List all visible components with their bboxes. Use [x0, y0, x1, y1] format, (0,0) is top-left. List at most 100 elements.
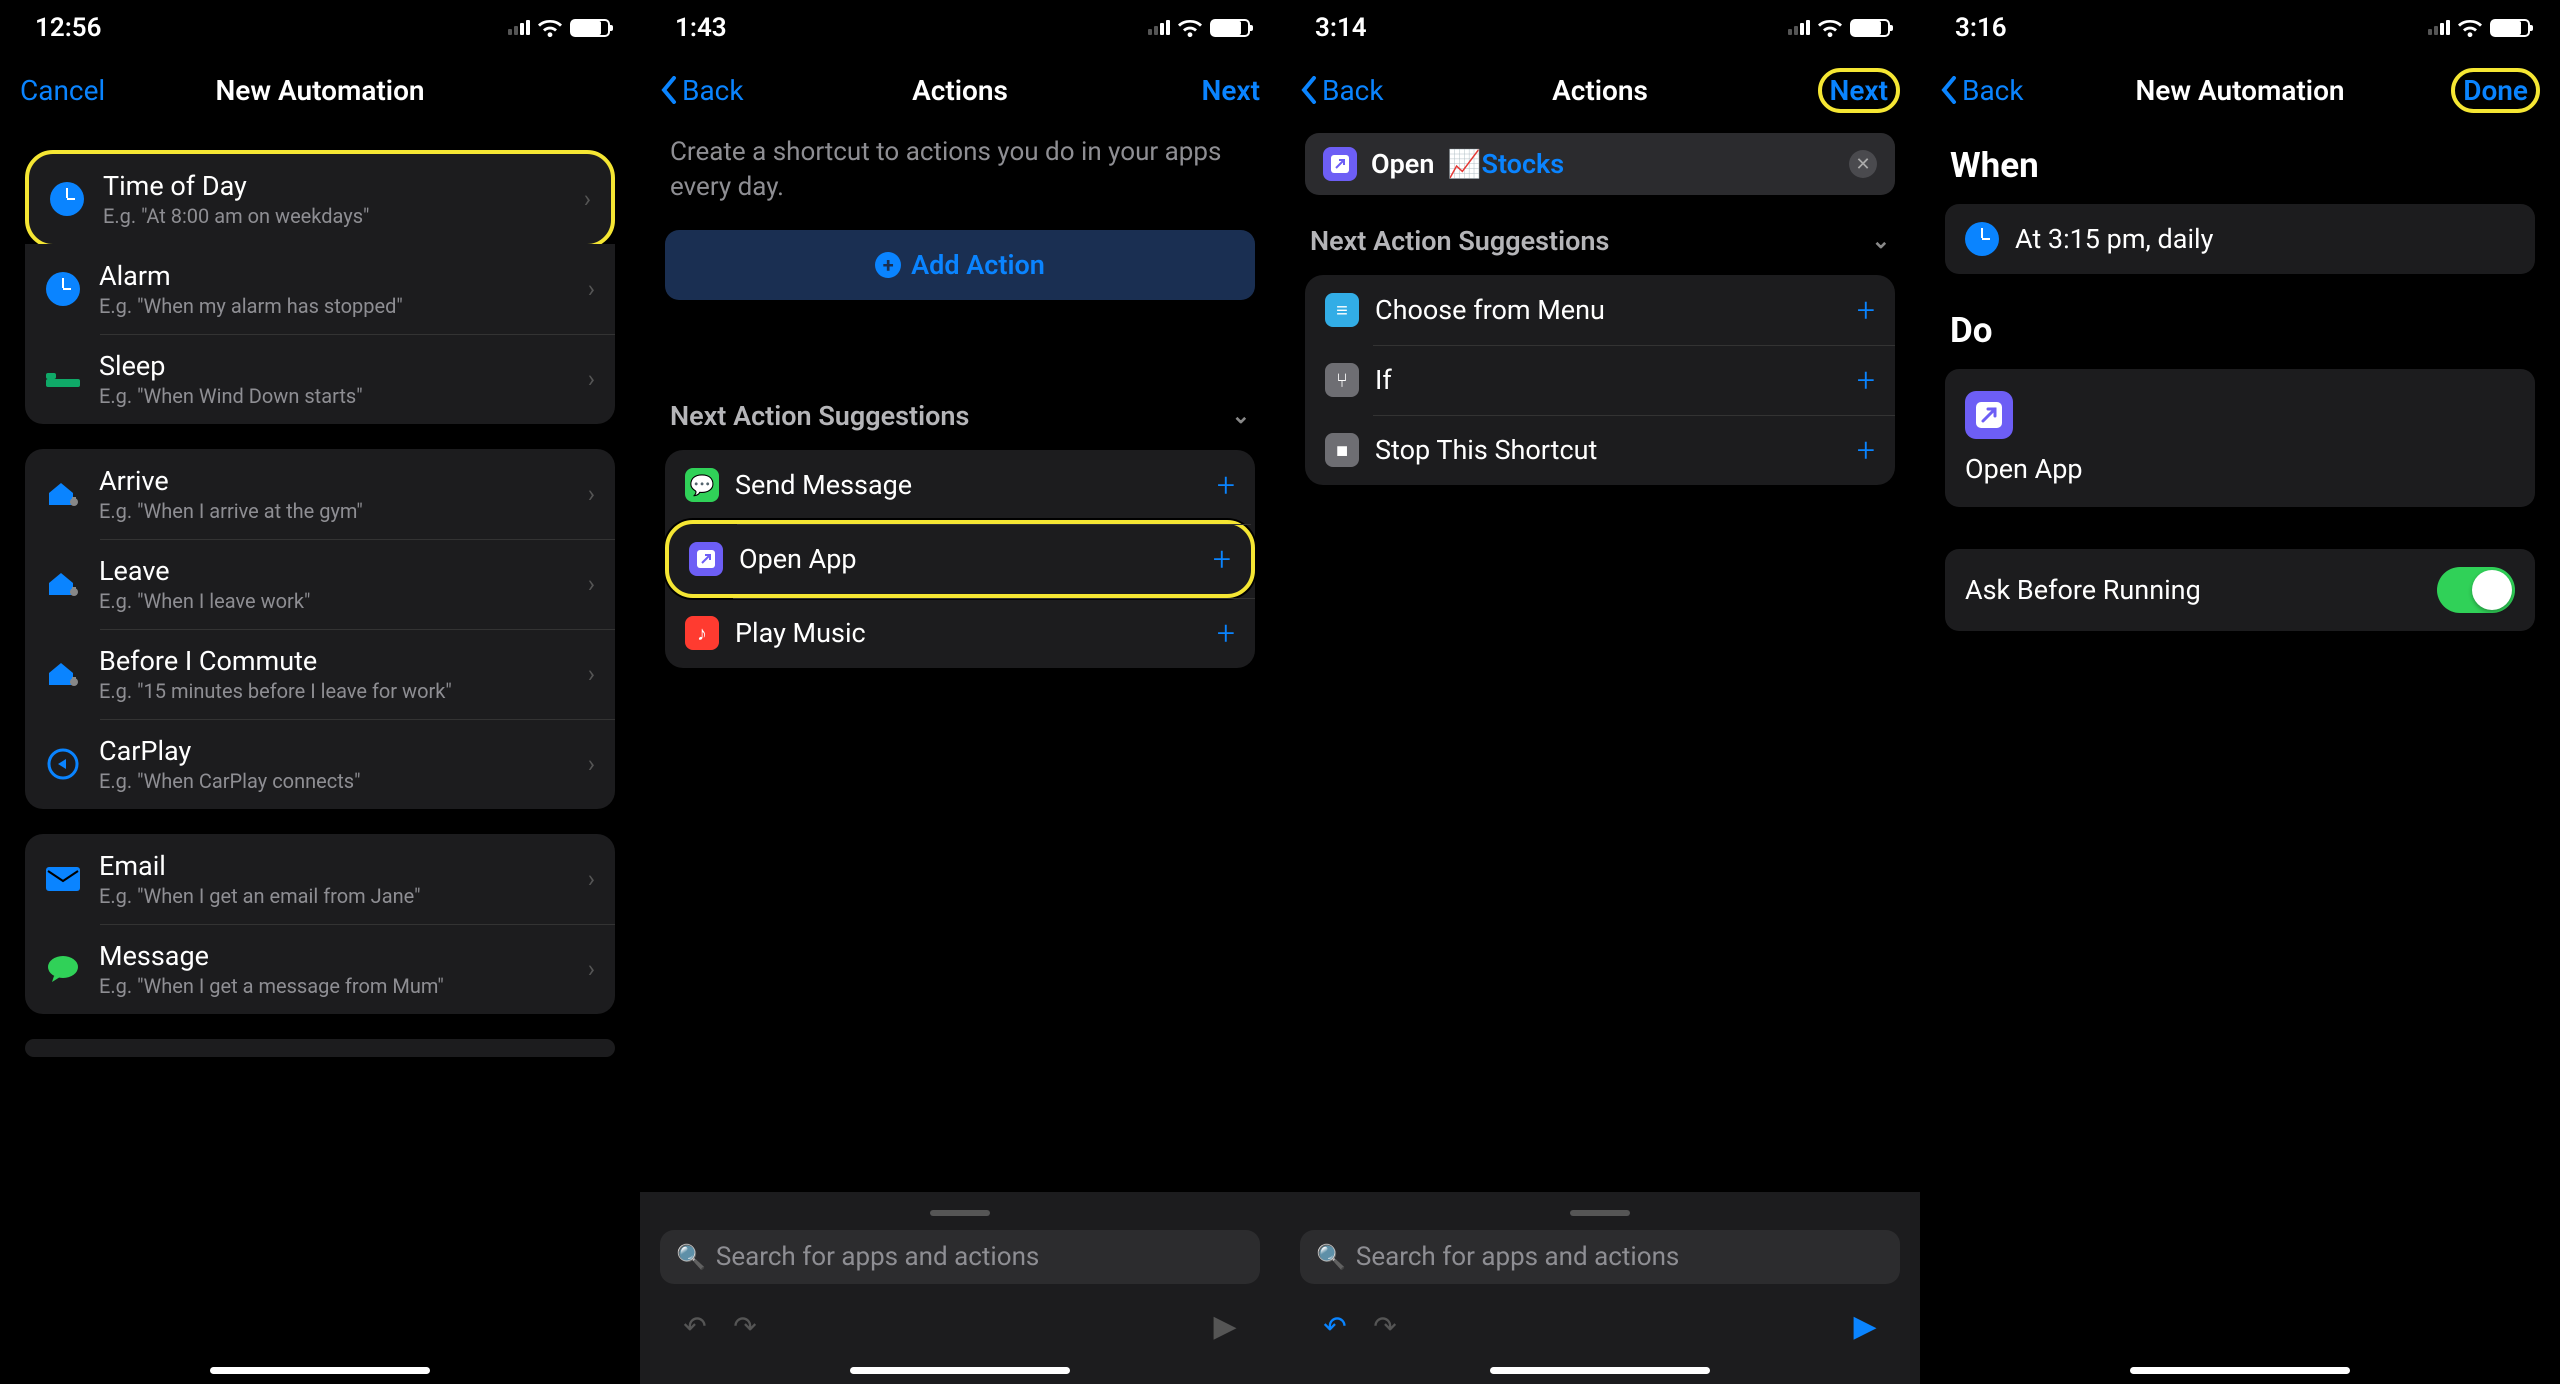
- trigger-carplay[interactable]: CarPlay E.g. "When CarPlay connects" ›: [25, 719, 615, 809]
- suggestion-open-app[interactable]: Open App +: [665, 520, 1255, 598]
- ask-before-running-toggle[interactable]: [2437, 567, 2515, 613]
- menu-icon: ≡: [1325, 293, 1359, 327]
- trigger-sub: E.g. "15 minutes before I leave for work…: [99, 679, 570, 703]
- open-app-icon: [689, 542, 723, 576]
- battery-icon: [2490, 19, 2530, 37]
- trigger-sleep[interactable]: Sleep E.g. "When Wind Down starts" ›: [25, 334, 615, 424]
- clear-action-button[interactable]: ✕: [1849, 150, 1877, 178]
- play-button[interactable]: ▶: [1840, 1309, 1890, 1344]
- suggestion-title: Stop This Shortcut: [1375, 434, 1841, 466]
- chevron-back-icon: [660, 76, 678, 104]
- trigger-email[interactable]: Email E.g. "When I get an email from Jan…: [25, 834, 615, 924]
- suggestion-stop[interactable]: ■ Stop This Shortcut +: [1305, 415, 1895, 485]
- arrive-icon: [45, 476, 81, 512]
- trigger-sub: E.g. "When my alarm has stopped": [99, 294, 570, 318]
- trigger-commute[interactable]: Before I Commute E.g. "15 minutes before…: [25, 629, 615, 719]
- done-button[interactable]: Done: [2451, 68, 2540, 113]
- next-button[interactable]: Next: [1818, 68, 1900, 113]
- grabber-handle[interactable]: [1570, 1210, 1630, 1216]
- ask-before-running-row: Ask Before Running: [1945, 549, 2535, 631]
- chevron-down-icon: ⌄: [1872, 229, 1890, 254]
- grabber-handle[interactable]: [930, 1210, 990, 1216]
- action-param[interactable]: Stocks: [1481, 148, 1564, 180]
- action-open-stocks[interactable]: Open 📈Stocks ✕: [1305, 133, 1895, 195]
- trigger-arrive[interactable]: Arrive E.g. "When I arrive at the gym" ›: [25, 449, 615, 539]
- trigger-title: Alarm: [99, 260, 570, 292]
- suggestion-send-message[interactable]: 💬 Send Message +: [665, 450, 1255, 520]
- status-time: 12:56: [35, 13, 102, 43]
- messages-app-icon: 💬: [685, 468, 719, 502]
- suggestion-choose-menu[interactable]: ≡ Choose from Menu +: [1305, 275, 1895, 345]
- play-button[interactable]: ▶: [1200, 1309, 1250, 1344]
- redo-button[interactable]: ↷: [1360, 1310, 1410, 1343]
- back-button[interactable]: Back: [1940, 74, 2024, 107]
- message-icon: [45, 951, 81, 987]
- add-icon[interactable]: +: [1857, 291, 1875, 329]
- wifi-icon: [1178, 19, 1202, 37]
- trigger-title: Arrive: [99, 465, 570, 497]
- cancel-button[interactable]: Cancel: [20, 74, 105, 107]
- add-icon[interactable]: +: [1217, 614, 1235, 652]
- back-label: Back: [682, 74, 744, 107]
- back-button[interactable]: Back: [1300, 74, 1384, 107]
- search-input[interactable]: 🔍 Search for apps and actions: [660, 1230, 1260, 1284]
- trigger-message[interactable]: Message E.g. "When I get a message from …: [25, 924, 615, 1014]
- trigger-alarm[interactable]: Alarm E.g. "When my alarm has stopped" ›: [25, 244, 615, 334]
- home-indicator: [850, 1367, 1070, 1374]
- home-indicator: [1490, 1367, 1710, 1374]
- back-button[interactable]: Back: [660, 74, 744, 107]
- when-section-title: When: [1945, 135, 2535, 196]
- add-icon[interactable]: +: [1213, 540, 1231, 578]
- suggestions-header[interactable]: Next Action Suggestions ⌄: [1305, 225, 1895, 257]
- suggestion-if[interactable]: ⑂ If +: [1305, 345, 1895, 415]
- email-icon: [45, 861, 81, 897]
- trigger-title: CarPlay: [99, 735, 570, 767]
- search-input[interactable]: 🔍 Search for apps and actions: [1300, 1230, 1900, 1284]
- undo-button[interactable]: ↶: [1310, 1310, 1360, 1343]
- chevron-down-icon: ⌄: [1232, 404, 1250, 429]
- chevron-right-icon: ›: [588, 365, 595, 393]
- when-text: At 3:15 pm, daily: [2015, 223, 2213, 255]
- when-row[interactable]: At 3:15 pm, daily: [1945, 204, 2535, 274]
- nav-bar: Back New Automation Done: [1920, 55, 2560, 125]
- nav-title: Actions: [912, 74, 1008, 107]
- chevron-back-icon: [1300, 76, 1318, 104]
- undo-button[interactable]: ↶: [670, 1310, 720, 1343]
- home-indicator: [210, 1367, 430, 1374]
- home-indicator: [2130, 1367, 2350, 1374]
- chevron-right-icon: ›: [588, 275, 595, 303]
- status-bar: 1:43: [640, 0, 1280, 55]
- open-app-icon: [1323, 147, 1357, 181]
- suggestion-title: If: [1375, 364, 1841, 396]
- do-row[interactable]: Open App: [1945, 369, 2535, 507]
- nav-title: Actions: [1552, 74, 1648, 107]
- trigger-title: Time of Day: [103, 170, 566, 202]
- screen-actions-configured: 3:14 Back Actions Next Open 📈Stocks ✕: [1280, 0, 1920, 1384]
- search-placeholder: Search for apps and actions: [716, 1242, 1039, 1272]
- plus-circle-icon: +: [875, 252, 901, 278]
- chevron-right-icon: ›: [588, 750, 595, 778]
- trigger-time-of-day[interactable]: Time of Day E.g. "At 8:00 am on weekdays…: [25, 150, 615, 248]
- next-button[interactable]: Next: [1202, 74, 1260, 107]
- redo-button[interactable]: ↷: [720, 1310, 770, 1343]
- suggestion-play-music[interactable]: ♪ Play Music +: [665, 598, 1255, 668]
- add-icon[interactable]: +: [1857, 431, 1875, 469]
- suggestions-header[interactable]: Next Action Suggestions ⌄: [665, 400, 1255, 432]
- nav-title: New Automation: [2135, 74, 2344, 107]
- back-label: Back: [1962, 74, 2024, 107]
- nav-title: New Automation: [215, 74, 424, 107]
- nav-bar: Back Actions Next: [640, 55, 1280, 125]
- chevron-right-icon: ›: [588, 480, 595, 508]
- trigger-sub: E.g. "When I arrive at the gym": [99, 499, 570, 523]
- chevron-right-icon: ›: [588, 955, 595, 983]
- trigger-leave[interactable]: Leave E.g. "When I leave work" ›: [25, 539, 615, 629]
- trigger-sub: E.g. "When Wind Down starts": [99, 384, 570, 408]
- trigger-sub: E.g. "When I get an email from Jane": [99, 884, 570, 908]
- trigger-title: Sleep: [99, 350, 570, 382]
- suggestions-label: Next Action Suggestions: [670, 400, 969, 432]
- back-label: Back: [1322, 74, 1384, 107]
- add-icon[interactable]: +: [1857, 361, 1875, 399]
- add-action-button[interactable]: + Add Action: [665, 230, 1255, 300]
- add-icon[interactable]: +: [1217, 466, 1235, 504]
- suggestion-title: Send Message: [735, 469, 1201, 501]
